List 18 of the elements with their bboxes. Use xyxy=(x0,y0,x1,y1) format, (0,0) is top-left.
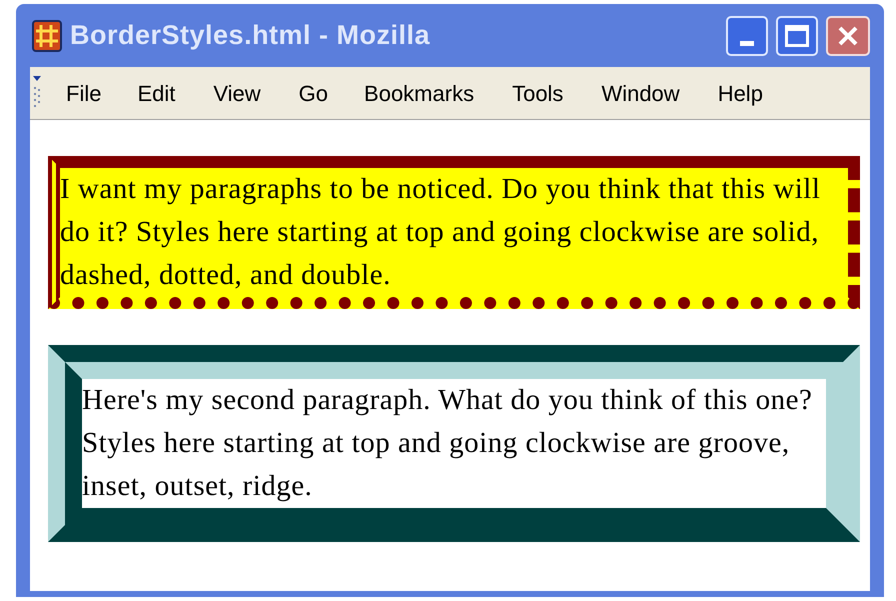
window-title: BorderStyles.html - Mozilla xyxy=(70,19,432,52)
menu-item[interactable]: Bookmarks xyxy=(364,76,474,110)
paragraph-text: I want my paragraphs to be noticed. Do you think that this will do it? Styles here starting at top and going clockwise are solid, dashed, dotted, and double. xyxy=(60,172,822,293)
menu-item[interactable]: Window xyxy=(601,76,680,110)
menu-item[interactable]: Tools xyxy=(512,76,564,110)
maximize-icon xyxy=(785,24,809,46)
menu-item[interactable]: Help xyxy=(718,76,763,110)
paragraph-text: Here's my second paragraph. What do you think of this one? Styles here starting at top and going clockwise are groove, inset, outset, ridge. xyxy=(82,383,814,504)
close-icon xyxy=(837,24,859,46)
app-icon xyxy=(32,20,62,52)
close-button[interactable] xyxy=(826,16,870,56)
menu-item[interactable]: Go xyxy=(298,76,328,110)
menu-item[interactable]: Edit xyxy=(137,76,176,110)
maximize-button[interactable] xyxy=(776,16,818,56)
minimize-icon xyxy=(740,40,754,46)
minimize-button[interactable] xyxy=(726,16,768,56)
menu-item[interactable]: View xyxy=(213,76,261,110)
menu-item[interactable]: File xyxy=(66,76,102,110)
